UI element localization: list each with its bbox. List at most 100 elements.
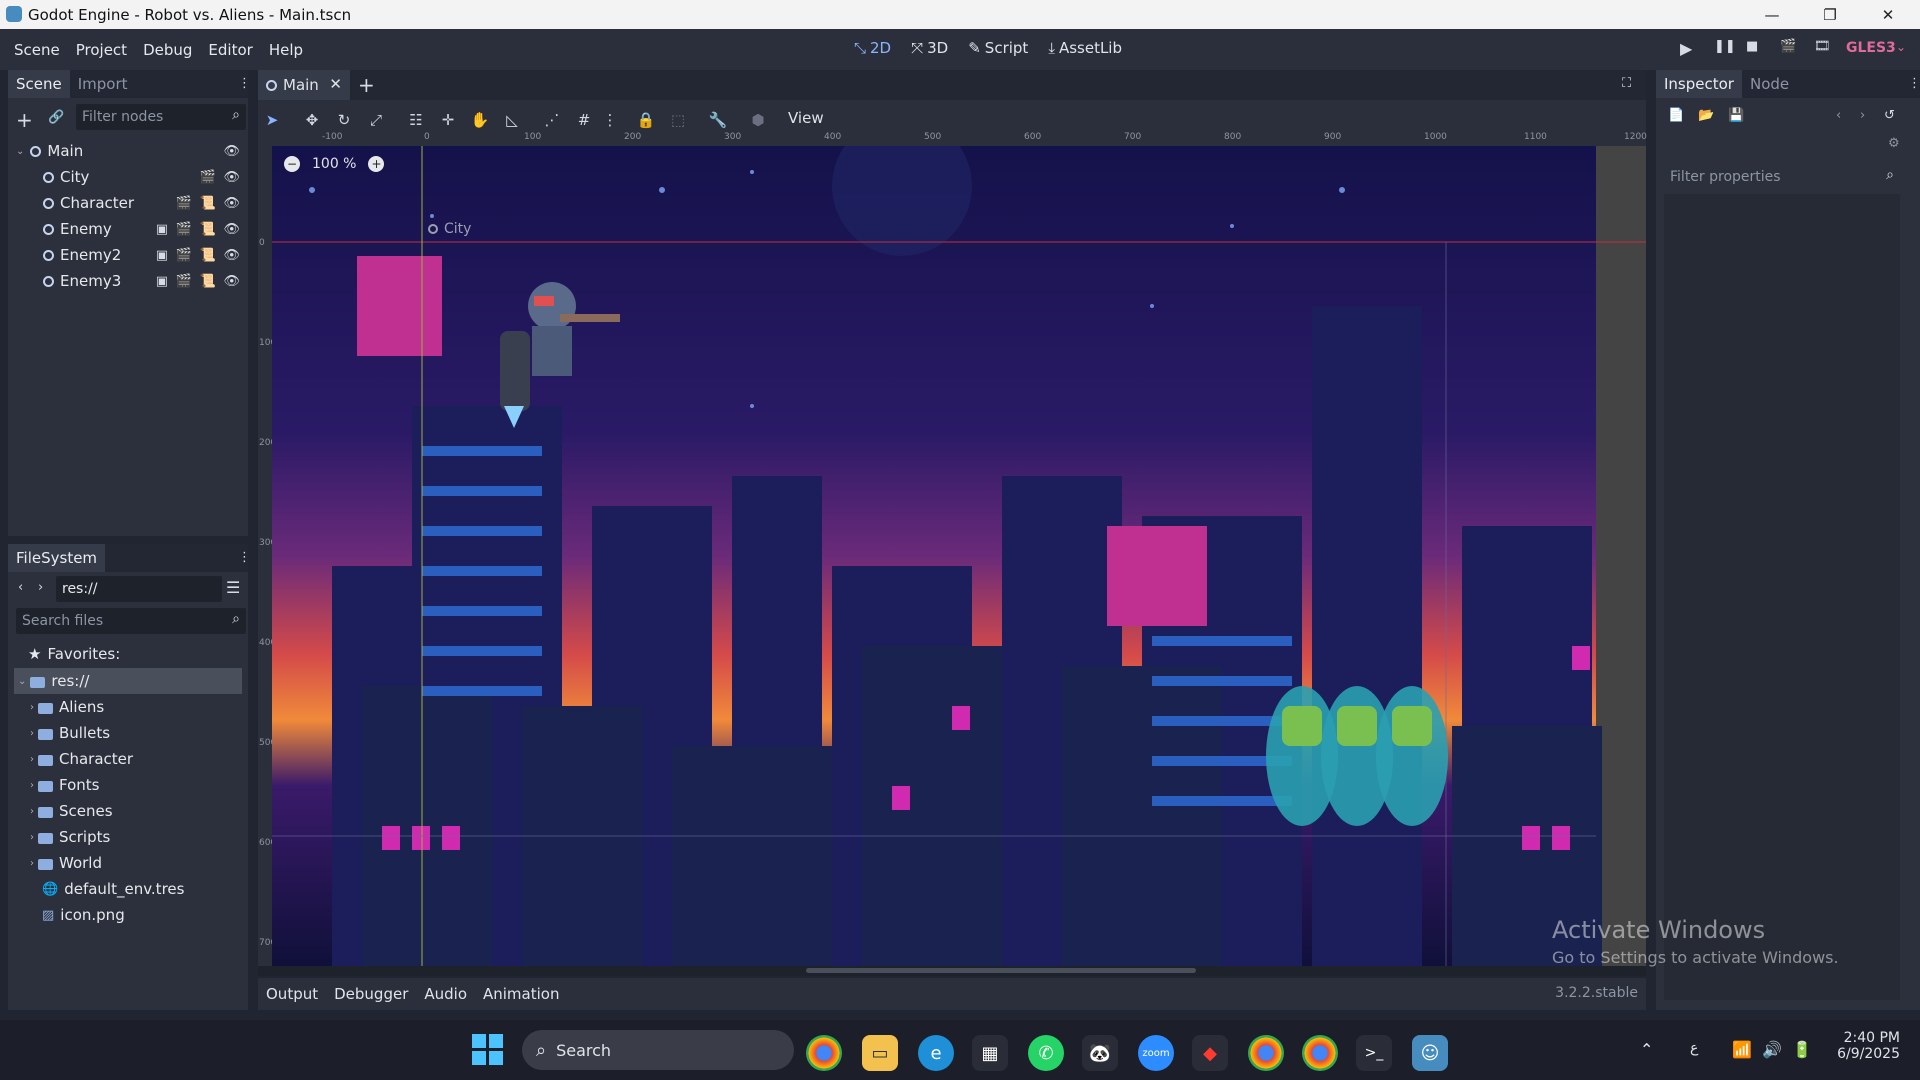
tab-debugger[interactable]: Debugger (334, 985, 408, 1003)
tree-node-main[interactable]: ⌄ Main 👁 (16, 138, 244, 164)
scale-tool-icon[interactable]: ⤢ (364, 108, 388, 132)
script-icon[interactable]: 📜 (200, 222, 216, 237)
tree-node-enemy[interactable]: Enemy ▣ 🎬 📜 👁 (43, 216, 244, 242)
tab-inspector[interactable]: Inspector (1656, 70, 1742, 98)
visibility-eye-icon[interactable]: 👁 (223, 170, 240, 185)
pan-tool-icon[interactable]: ✋ (468, 108, 492, 132)
canvas-viewport[interactable]: − 100 % + City (272, 146, 1646, 966)
fs-folder-bullets[interactable]: › Bullets (30, 720, 110, 746)
zoom-app-icon[interactable]: zoom (1138, 1035, 1174, 1071)
fs-folder-fonts[interactable]: › Fonts (30, 772, 99, 798)
group-icon[interactable]: ⬚ (666, 108, 690, 132)
tab-filesystem[interactable]: FileSystem (8, 544, 106, 572)
windows-start-icon[interactable] (472, 1034, 504, 1066)
back-icon[interactable]: ‹ (18, 580, 23, 595)
script-workspace-button[interactable]: ✎ Script (968, 39, 1028, 57)
tree-node-character[interactable]: Character 🎬 📜 👁 (43, 190, 244, 216)
zoom-out-button[interactable]: − (284, 156, 300, 172)
assetlib-workspace-button[interactable]: ⤓ AssetLib (1048, 39, 1122, 57)
scene-tab-main[interactable]: Main ✕ (258, 70, 350, 100)
link-icon[interactable]: 🔗 (48, 110, 64, 125)
fs-folder-scripts[interactable]: › Scripts (30, 824, 110, 850)
tab-animation[interactable]: Animation (483, 985, 559, 1003)
menu-editor[interactable]: Editor (200, 41, 260, 59)
whatsapp-icon[interactable]: ✆ (1028, 1035, 1064, 1071)
dock-menu-icon[interactable]: ⋮ (238, 550, 251, 565)
app-icon[interactable]: 🐼 (1082, 1035, 1118, 1071)
script-icon[interactable]: 📜 (200, 274, 216, 289)
play-button[interactable]: ▶ (1680, 39, 1692, 58)
add-node-button[interactable]: + (16, 108, 33, 132)
load-resource-icon[interactable]: 📂 (1698, 108, 1714, 123)
edge-icon[interactable]: e (918, 1035, 954, 1071)
instance-scene-icon[interactable]: 🎬 (176, 248, 192, 263)
script-icon[interactable]: 📜 (200, 196, 216, 211)
stop-button[interactable]: ■ (1746, 39, 1758, 54)
chevron-down-icon[interactable]: ⌄ (16, 146, 24, 157)
view-menu[interactable]: View (788, 109, 824, 127)
instance-scene-icon[interactable]: 🎬 (200, 170, 216, 185)
add-tab-button[interactable]: + (358, 73, 375, 97)
instance-scene-icon[interactable]: 🎬 (176, 222, 192, 237)
snap-options-icon[interactable]: ⋮ (598, 108, 622, 132)
close-window-button[interactable]: ✕ (1859, 0, 1917, 29)
tab-node[interactable]: Node (1742, 70, 1797, 98)
select-tool-icon[interactable]: ➤ (260, 108, 284, 132)
chevron-right-icon[interactable]: › (30, 754, 34, 765)
signal-icon[interactable]: ▣ (156, 222, 168, 237)
taskbar-search-box[interactable]: ⌕ Search (522, 1030, 794, 1070)
volume-icon[interactable]: 🔊 (1762, 1040, 1782, 1059)
signal-icon[interactable]: ▣ (156, 274, 168, 289)
chrome-icon[interactable] (806, 1035, 842, 1071)
ruler-tool-icon[interactable]: ◺ (500, 108, 524, 132)
fs-folder-world[interactable]: › World (30, 850, 102, 876)
menu-scene[interactable]: Scene (6, 41, 68, 59)
dock-menu-icon[interactable]: ⋮ (238, 76, 251, 91)
tree-node-city[interactable]: City 🎬 👁 (43, 164, 244, 190)
visibility-eye-icon[interactable]: 👁 (223, 144, 240, 159)
3d-workspace-button[interactable]: ⤧ 3D (911, 39, 948, 57)
filter-nodes-input[interactable]: Filter nodes ⌕ (76, 104, 246, 130)
visibility-eye-icon[interactable]: 👁 (223, 248, 240, 263)
filter-properties-input[interactable]: Filter properties ⌕ (1664, 164, 1900, 190)
play-custom-scene-button[interactable]: 🎞 (1814, 39, 1831, 54)
signal-icon[interactable]: ▣ (156, 248, 168, 263)
tree-node-enemy3[interactable]: Enemy3 ▣ 🎬 📜 👁 (43, 268, 244, 294)
chevron-right-icon[interactable]: › (30, 832, 34, 843)
wifi-icon[interactable]: 📶 (1732, 1040, 1752, 1059)
chevron-down-icon[interactable]: ⌄ (18, 676, 26, 687)
tree-node-enemy2[interactable]: Enemy2 ▣ 🎬 📜 👁 (43, 242, 244, 268)
history-icon[interactable]: ↺ (1884, 108, 1895, 123)
forward-icon[interactable]: › (1860, 108, 1865, 123)
2d-workspace-button[interactable]: ⤡ 2D (854, 39, 891, 57)
list-select-icon[interactable]: ☷ (404, 108, 428, 132)
fs-folder-aliens[interactable]: › Aliens (30, 694, 104, 720)
terminal-icon[interactable]: >_ (1356, 1035, 1392, 1071)
path-field[interactable]: res:// (56, 576, 222, 602)
pivot-tool-icon[interactable]: ✛ (436, 108, 460, 132)
grid-snap-icon[interactable]: # (572, 108, 596, 132)
visibility-eye-icon[interactable]: 👁 (223, 222, 240, 237)
file-explorer-icon[interactable]: ▭ (862, 1035, 898, 1071)
lock-icon[interactable]: 🔒 (634, 108, 658, 132)
menu-debug[interactable]: Debug (135, 41, 200, 59)
dock-menu-icon[interactable]: ⋮ (1908, 76, 1920, 91)
horizontal-scrollbar[interactable] (258, 966, 1646, 976)
tab-output[interactable]: Output (266, 985, 318, 1003)
fs-folder-scenes[interactable]: › Scenes (30, 798, 113, 824)
fs-root-row[interactable]: ⌄ res:// (14, 668, 242, 694)
anydesk-icon[interactable]: ◆ (1192, 1035, 1228, 1071)
battery-icon[interactable]: 🔋 (1792, 1040, 1812, 1059)
chevron-right-icon[interactable]: › (30, 780, 34, 791)
chevron-down-icon[interactable]: ⌄ (1896, 40, 1906, 54)
clock[interactable]: 2:40 PM 6/9/2025 (1836, 1030, 1900, 1062)
minimize-button[interactable]: — (1743, 0, 1801, 29)
script-icon[interactable]: 📜 (200, 248, 216, 263)
forward-icon[interactable]: › (38, 580, 43, 595)
instance-scene-icon[interactable]: 🎬 (176, 196, 192, 211)
tab-audio[interactable]: Audio (424, 985, 467, 1003)
menu-project[interactable]: Project (68, 41, 135, 59)
pause-button[interactable]: ❚❚ (1714, 39, 1736, 54)
menu-help[interactable]: Help (261, 41, 311, 59)
chevron-right-icon[interactable]: › (30, 806, 34, 817)
